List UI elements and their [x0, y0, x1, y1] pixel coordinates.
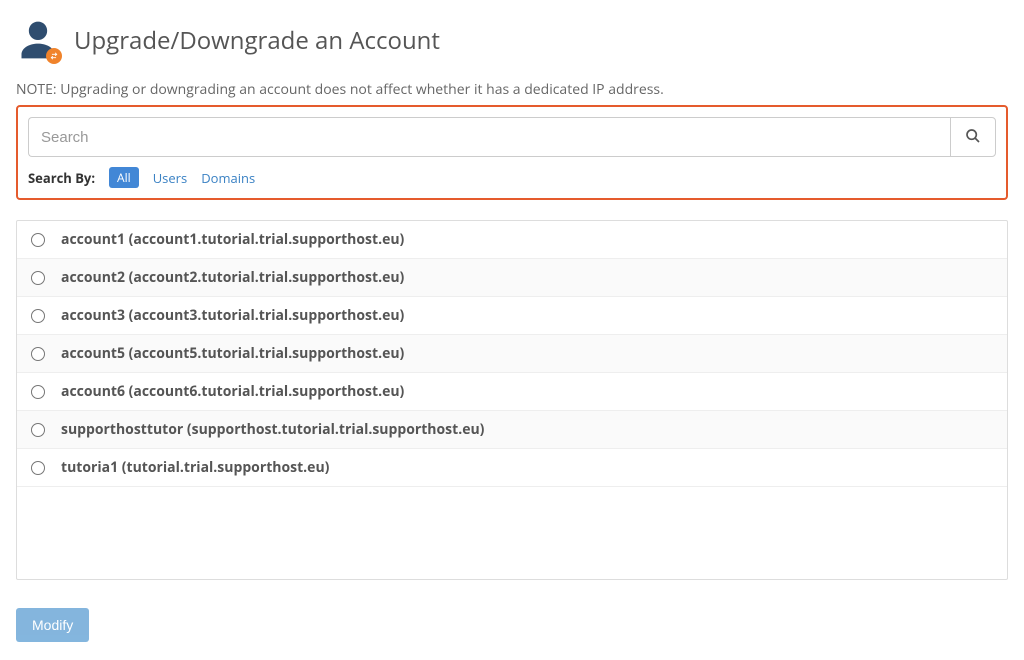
search-tab-all[interactable]: All — [109, 167, 139, 188]
account-radio[interactable] — [31, 385, 45, 399]
account-label: account5 (account5.tutorial.trial.suppor… — [61, 344, 404, 363]
account-label: account1 (account1.tutorial.trial.suppor… — [61, 230, 404, 249]
account-row[interactable]: supporthosttutor (supporthost.tutorial.t… — [17, 411, 1007, 449]
search-button[interactable] — [950, 117, 996, 157]
account-row[interactable]: account6 (account6.tutorial.trial.suppor… — [17, 373, 1007, 411]
account-radio[interactable] — [31, 347, 45, 361]
account-radio[interactable] — [31, 461, 45, 475]
account-row[interactable]: account2 (account2.tutorial.trial.suppor… — [17, 259, 1007, 297]
note-text: NOTE: Upgrading or downgrading an accoun… — [16, 80, 1008, 99]
account-radio[interactable] — [31, 271, 45, 285]
account-row[interactable]: tutoria1 (tutorial.trial.supporthost.eu) — [17, 449, 1007, 487]
search-icon — [965, 128, 981, 147]
modify-button[interactable]: Modify — [16, 608, 89, 642]
page-title: Upgrade/Downgrade an Account — [74, 24, 440, 57]
account-row[interactable]: account5 (account5.tutorial.trial.suppor… — [17, 335, 1007, 373]
account-label: account3 (account3.tutorial.trial.suppor… — [61, 306, 404, 325]
accounts-list: account1 (account1.tutorial.trial.suppor… — [16, 220, 1008, 580]
search-panel: Search By: All Users Domains — [16, 105, 1008, 200]
account-label: account2 (account2.tutorial.trial.suppor… — [61, 268, 404, 287]
account-row[interactable]: account3 (account3.tutorial.trial.suppor… — [17, 297, 1007, 335]
search-tab-users[interactable]: Users — [153, 169, 187, 187]
search-row — [28, 117, 996, 157]
account-label: account6 (account6.tutorial.trial.suppor… — [61, 382, 404, 401]
account-upgrade-icon — [16, 18, 60, 62]
page-header: Upgrade/Downgrade an Account — [16, 18, 1008, 62]
account-radio[interactable] — [31, 309, 45, 323]
search-by-row: Search By: All Users Domains — [28, 167, 996, 188]
swap-badge-icon — [46, 48, 62, 64]
account-radio[interactable] — [31, 423, 45, 437]
account-label: tutoria1 (tutorial.trial.supporthost.eu) — [61, 458, 329, 477]
account-radio[interactable] — [31, 233, 45, 247]
account-row[interactable]: account1 (account1.tutorial.trial.suppor… — [17, 221, 1007, 259]
account-label: supporthosttutor (supporthost.tutorial.t… — [61, 420, 484, 439]
search-tab-domains[interactable]: Domains — [201, 169, 255, 187]
search-by-label: Search By: — [28, 169, 95, 187]
search-input[interactable] — [28, 117, 950, 157]
